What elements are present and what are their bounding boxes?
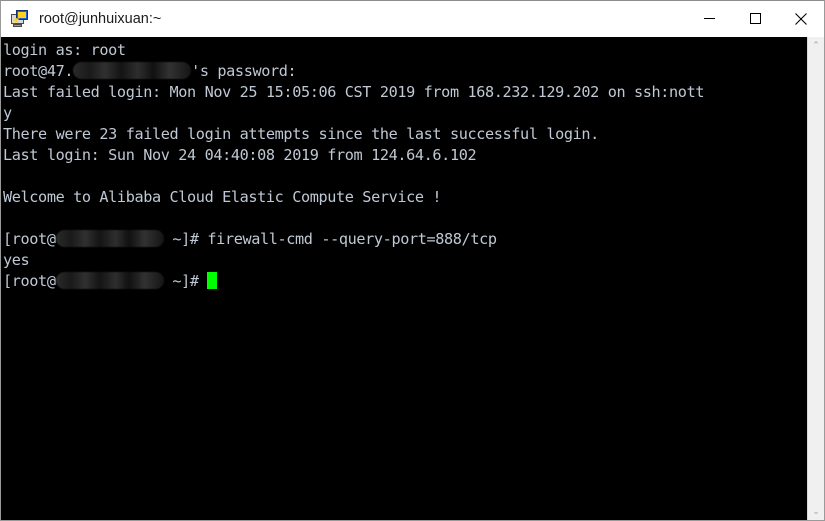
- window-title: root@junhuixuan:~: [39, 10, 162, 27]
- close-button[interactable]: [778, 1, 824, 36]
- scroll-up-icon[interactable]: ⌃: [808, 37, 825, 54]
- redacted-hostname: [55, 230, 164, 247]
- putty-icon: [10, 9, 30, 29]
- terminal-line-last-failed-login: Last failed login: Mon Nov 25 15:05:06 C…: [3, 83, 705, 101]
- terminal-line-welcome-banner: Welcome to Alibaba Cloud Elastic Compute…: [3, 188, 442, 206]
- password-prompt-suffix: 's password:: [191, 62, 297, 80]
- shell-command-text: ~]# firewall-cmd --query-port=888/tcp: [163, 230, 497, 248]
- terminal-line-last-failed-login-wrap: y: [3, 104, 12, 122]
- terminal-line-blank-2: [3, 208, 807, 229]
- terminal-line-last-login: Last login: Sun Nov 24 04:40:08 2019 fro…: [3, 146, 477, 164]
- redacted-host-address: [73, 62, 192, 79]
- terminal-scrollbar[interactable]: ⌃ ⌄: [807, 37, 824, 520]
- redacted-hostname-active: [55, 272, 164, 289]
- terminal-body: login as: root root@47. 's password: Last…: [1, 37, 824, 520]
- active-prompt-suffix: ~]#: [163, 272, 208, 290]
- text-cursor: [207, 272, 218, 289]
- minimize-button[interactable]: [686, 1, 732, 36]
- terminal-screen[interactable]: login as: root root@47. 's password: Last…: [1, 37, 807, 520]
- scroll-down-icon[interactable]: ⌄: [808, 503, 825, 520]
- scrollbar-track[interactable]: [807, 54, 824, 503]
- terminal-line-password-prompt: root@47. 's password:: [3, 61, 807, 82]
- shell-prompt-prefix: [root@: [3, 230, 56, 248]
- terminal-line-command-output: yes: [3, 251, 30, 269]
- active-prompt-prefix: [root@: [3, 272, 56, 290]
- terminal-line-failed-attempts: There were 23 failed login attempts sinc…: [3, 125, 599, 143]
- terminal-line-active-prompt: [root@ ~]#: [3, 271, 807, 292]
- terminal-line-blank-1: [3, 166, 807, 187]
- password-prompt-prefix: root@47.: [3, 62, 74, 80]
- window-controls: [686, 1, 824, 36]
- maximize-button[interactable]: [732, 1, 778, 36]
- terminal-line-command: [root@ ~]# firewall-cmd --query-port=888…: [3, 229, 807, 250]
- putty-terminal-window: root@junhuixuan:~ login as: root root@47…: [0, 0, 825, 521]
- window-title-bar[interactable]: root@junhuixuan:~: [1, 1, 824, 37]
- terminal-line-login-as: login as: root: [3, 41, 126, 59]
